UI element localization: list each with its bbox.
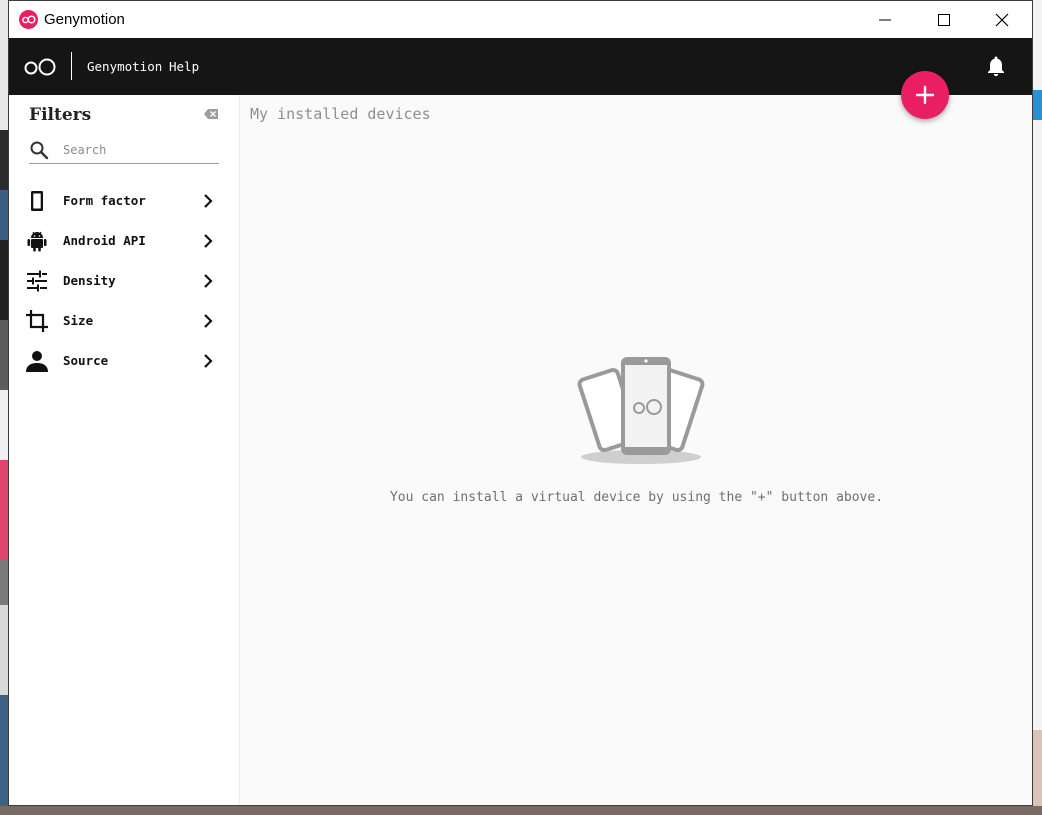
chevron-right-icon [204,194,213,208]
minimize-icon [879,19,891,21]
close-icon [995,13,1009,27]
filter-size[interactable]: Size [25,301,225,341]
android-icon [27,231,47,252]
genymotion-logo-icon [19,10,38,29]
filters-title: Filters [29,105,92,125]
filter-label: Form factor [63,193,146,208]
clear-filters-icon[interactable] [204,109,218,119]
plus-icon [915,85,935,105]
add-device-button[interactable] [901,71,949,119]
installed-devices-title: My installed devices [250,105,431,123]
filter-form-factor[interactable]: Form factor [25,181,225,221]
filter-density[interactable]: Density [25,261,225,301]
maximize-button[interactable] [921,1,967,39]
filter-android-api[interactable]: Android API [25,221,225,261]
menu-genymotion[interactable]: Genymotion [87,59,162,74]
tune-icon [27,270,47,292]
empty-state-message: You can install a virtual device by usin… [389,490,884,505]
search-input[interactable] [61,139,215,161]
filter-label: Android API [63,233,146,248]
devices-illustration-icon [577,357,705,464]
desktop-background-bottom [0,806,1042,815]
title-bar: Genymotion [9,1,1032,39]
desktop-background-right [1033,0,1042,815]
chevron-right-icon [204,314,213,328]
search-icon [30,141,49,160]
app-window: Genymotion Genymotion Help Filters Searc… [8,0,1033,806]
filter-label: Size [63,313,94,328]
chevron-right-icon [204,274,213,288]
chevron-right-icon [204,234,213,248]
minimize-button[interactable] [862,1,908,39]
filter-label: Density [63,273,116,288]
person-icon [26,351,48,372]
window-title: Genymotion [44,11,125,28]
maximize-icon [938,14,950,26]
brand-divider [71,52,72,80]
genymotion-brand-icon [24,58,56,76]
menu-help[interactable]: Help [169,59,199,74]
close-button[interactable] [979,1,1025,39]
search-field[interactable] [29,139,219,164]
filter-source[interactable]: Source [25,341,225,381]
app-bar: Genymotion Help [9,38,1032,95]
phone-icon [31,191,43,211]
filters-sidebar: Filters Form factor [9,95,240,805]
chevron-right-icon [204,354,213,368]
filter-label: Source [63,353,109,368]
notifications-bell-icon[interactable] [987,55,1005,77]
crop-icon [26,310,48,332]
